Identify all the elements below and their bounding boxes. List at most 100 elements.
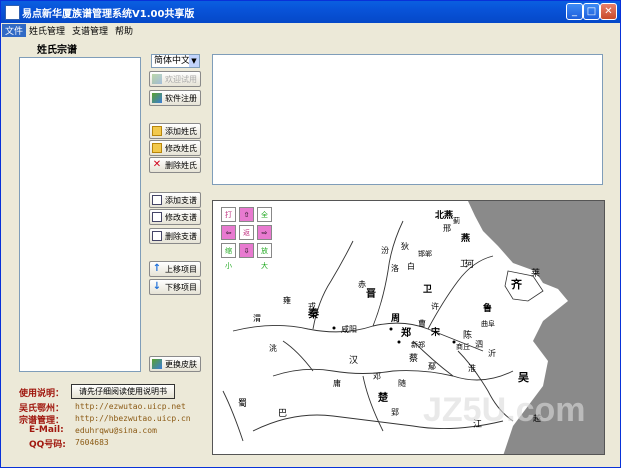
- add-surname-label: 添加姓氏: [165, 126, 197, 136]
- map-label: 新郑: [411, 340, 425, 349]
- add-branch-button[interactable]: 添加支谱: [149, 192, 201, 208]
- description-text-area[interactable]: [212, 54, 603, 185]
- chevron-down-icon: ▼: [189, 55, 199, 67]
- map-right-button[interactable]: ⇨: [257, 225, 272, 240]
- menu-branch-management[interactable]: 支谱管理: [69, 24, 111, 37]
- menu-file[interactable]: 文件: [2, 24, 27, 37]
- title-bar[interactable]: 易点新华厦族谱管理系统V1.00共享版 _ □ ✕: [1, 1, 620, 23]
- edit-branch-button[interactable]: 修改支谱: [149, 209, 201, 225]
- map-label: 曲阜: [481, 319, 495, 328]
- map-label: 淮: [468, 363, 476, 373]
- move-down-button[interactable]: ↓ 下移项目: [149, 279, 201, 295]
- surname-list[interactable]: [19, 57, 141, 372]
- city-dot: [332, 326, 336, 330]
- trial-button[interactable]: 欢迎试用: [149, 71, 201, 87]
- register-icon: [152, 93, 162, 103]
- document-icon: [152, 195, 162, 205]
- welcome-icon: [152, 74, 162, 84]
- map-label: 郑: [401, 326, 411, 339]
- menu-bar: 文件 姓氏管理 支谱管理 帮助: [1, 23, 620, 37]
- map-label: 燕: [461, 232, 470, 244]
- city-dot: [397, 340, 401, 344]
- map-up-button[interactable]: ⇧: [239, 207, 254, 222]
- map-fullscreen-button[interactable]: 全屏: [257, 207, 272, 234]
- register-button[interactable]: 软件注册: [149, 90, 201, 106]
- map-label: 洮: [269, 343, 277, 353]
- delete-surname-button[interactable]: ✕ 删除姓氏: [149, 157, 201, 173]
- map-left-button[interactable]: ⇦: [221, 225, 236, 240]
- folder-icon: [152, 143, 162, 153]
- edit-surname-label: 修改姓氏: [165, 143, 197, 153]
- map-label: 周: [391, 313, 400, 324]
- read-manual-button[interactable]: 请先仔细阅读使用说明书: [71, 384, 175, 399]
- map-label: 戎: [308, 301, 316, 311]
- map-label: 齐: [511, 277, 523, 291]
- map-label: 鲁: [483, 302, 492, 314]
- trial-label: 欢迎试用: [165, 74, 197, 84]
- email-value[interactable]: eduhrqwu@sina.com: [75, 426, 157, 435]
- main-window: 易点新华厦族谱管理系统V1.00共享版 _ □ ✕ 文件 姓氏管理 支谱管理 帮…: [0, 0, 621, 468]
- edit-surname-button[interactable]: 修改姓氏: [149, 140, 201, 156]
- map-label: 巴: [278, 408, 287, 419]
- map-label: 邯郸: [418, 249, 432, 258]
- map-label: 沂: [488, 348, 496, 358]
- map-label: 晋: [366, 288, 376, 300]
- delete-surname-label: 删除姓氏: [165, 160, 197, 170]
- change-skin-button[interactable]: 更换皮肤: [149, 356, 201, 372]
- map-label: 郢: [391, 408, 399, 417]
- map-label: 白: [407, 261, 415, 271]
- map-label: 陈: [463, 329, 472, 341]
- map-label: 吴: [518, 371, 530, 384]
- qq-value: 7604683: [75, 438, 109, 447]
- language-select[interactable]: 简体中文 ▼: [151, 54, 200, 68]
- map-label: 洛: [391, 263, 399, 273]
- map-label: 邢: [443, 224, 451, 233]
- map-label: 汾: [381, 245, 389, 255]
- delete-branch-button[interactable]: 删除支谱: [149, 228, 201, 244]
- map-label: 北燕: [435, 209, 453, 221]
- change-skin-label: 更换皮肤: [165, 359, 197, 369]
- map-label: 庸: [333, 378, 341, 388]
- map-label: 卫: [460, 259, 468, 268]
- delete-branch-label: 删除支谱: [165, 231, 197, 241]
- email-label: E-Mail:: [29, 425, 64, 435]
- move-up-button[interactable]: ↑ 上移项目: [149, 261, 201, 277]
- map-back-button[interactable]: 返回: [239, 225, 254, 252]
- add-surname-button[interactable]: 添加姓氏: [149, 123, 201, 139]
- map-label: 曹: [418, 318, 426, 328]
- folder-icon: [152, 126, 162, 136]
- arrow-up-icon: ↑: [152, 263, 162, 274]
- menu-help[interactable]: 帮助: [112, 24, 136, 37]
- move-up-label: 上移项目: [165, 264, 197, 274]
- map-label: 商丘: [456, 342, 470, 351]
- site2-link[interactable]: http://hbezwutao.uicp.cn: [75, 414, 191, 423]
- map-label: 咸阳: [341, 324, 357, 334]
- map-open-button[interactable]: 打开: [221, 207, 236, 234]
- minimize-button[interactable]: _: [566, 3, 583, 20]
- map-label: 随: [398, 378, 406, 388]
- map-label: 渭: [253, 313, 261, 323]
- surname-panel-title: 姓氏宗谱: [37, 45, 77, 56]
- move-down-label: 下移项目: [165, 282, 197, 292]
- map-viewer[interactable]: 北燕 蓟 燕 秦 晋 卫 曹 宋 鲁 齐 莱 周 郑 楚 吴 巴 蜀 蔡 陈 许: [212, 200, 605, 455]
- map-enlarge-button[interactable]: 放大: [257, 243, 272, 270]
- map-label: 蓟: [453, 216, 460, 225]
- map-label: 狄: [401, 241, 409, 251]
- menu-surname-management[interactable]: 姓氏管理: [26, 24, 68, 37]
- edit-branch-label: 修改支谱: [165, 212, 197, 222]
- close-button[interactable]: ✕: [600, 3, 617, 20]
- map-label: 莱: [531, 267, 540, 279]
- map-label: 鄢: [428, 362, 436, 371]
- map-label: 蔡: [409, 352, 418, 364]
- site1-link[interactable]: http://ezwutao.uicp.net: [75, 402, 186, 411]
- map-shrink-button[interactable]: 缩小: [221, 243, 236, 270]
- map-down-button[interactable]: ⇩: [239, 243, 254, 258]
- qq-label: QQ号码:: [29, 440, 66, 450]
- map-label: 汉: [349, 355, 358, 366]
- maximize-button[interactable]: □: [583, 3, 600, 20]
- skin-icon: [152, 359, 162, 369]
- city-dot: [452, 340, 456, 344]
- language-selected: 简体中文: [154, 56, 191, 66]
- arrow-down-icon: ↓: [152, 281, 162, 292]
- map-label: 楚: [377, 391, 388, 404]
